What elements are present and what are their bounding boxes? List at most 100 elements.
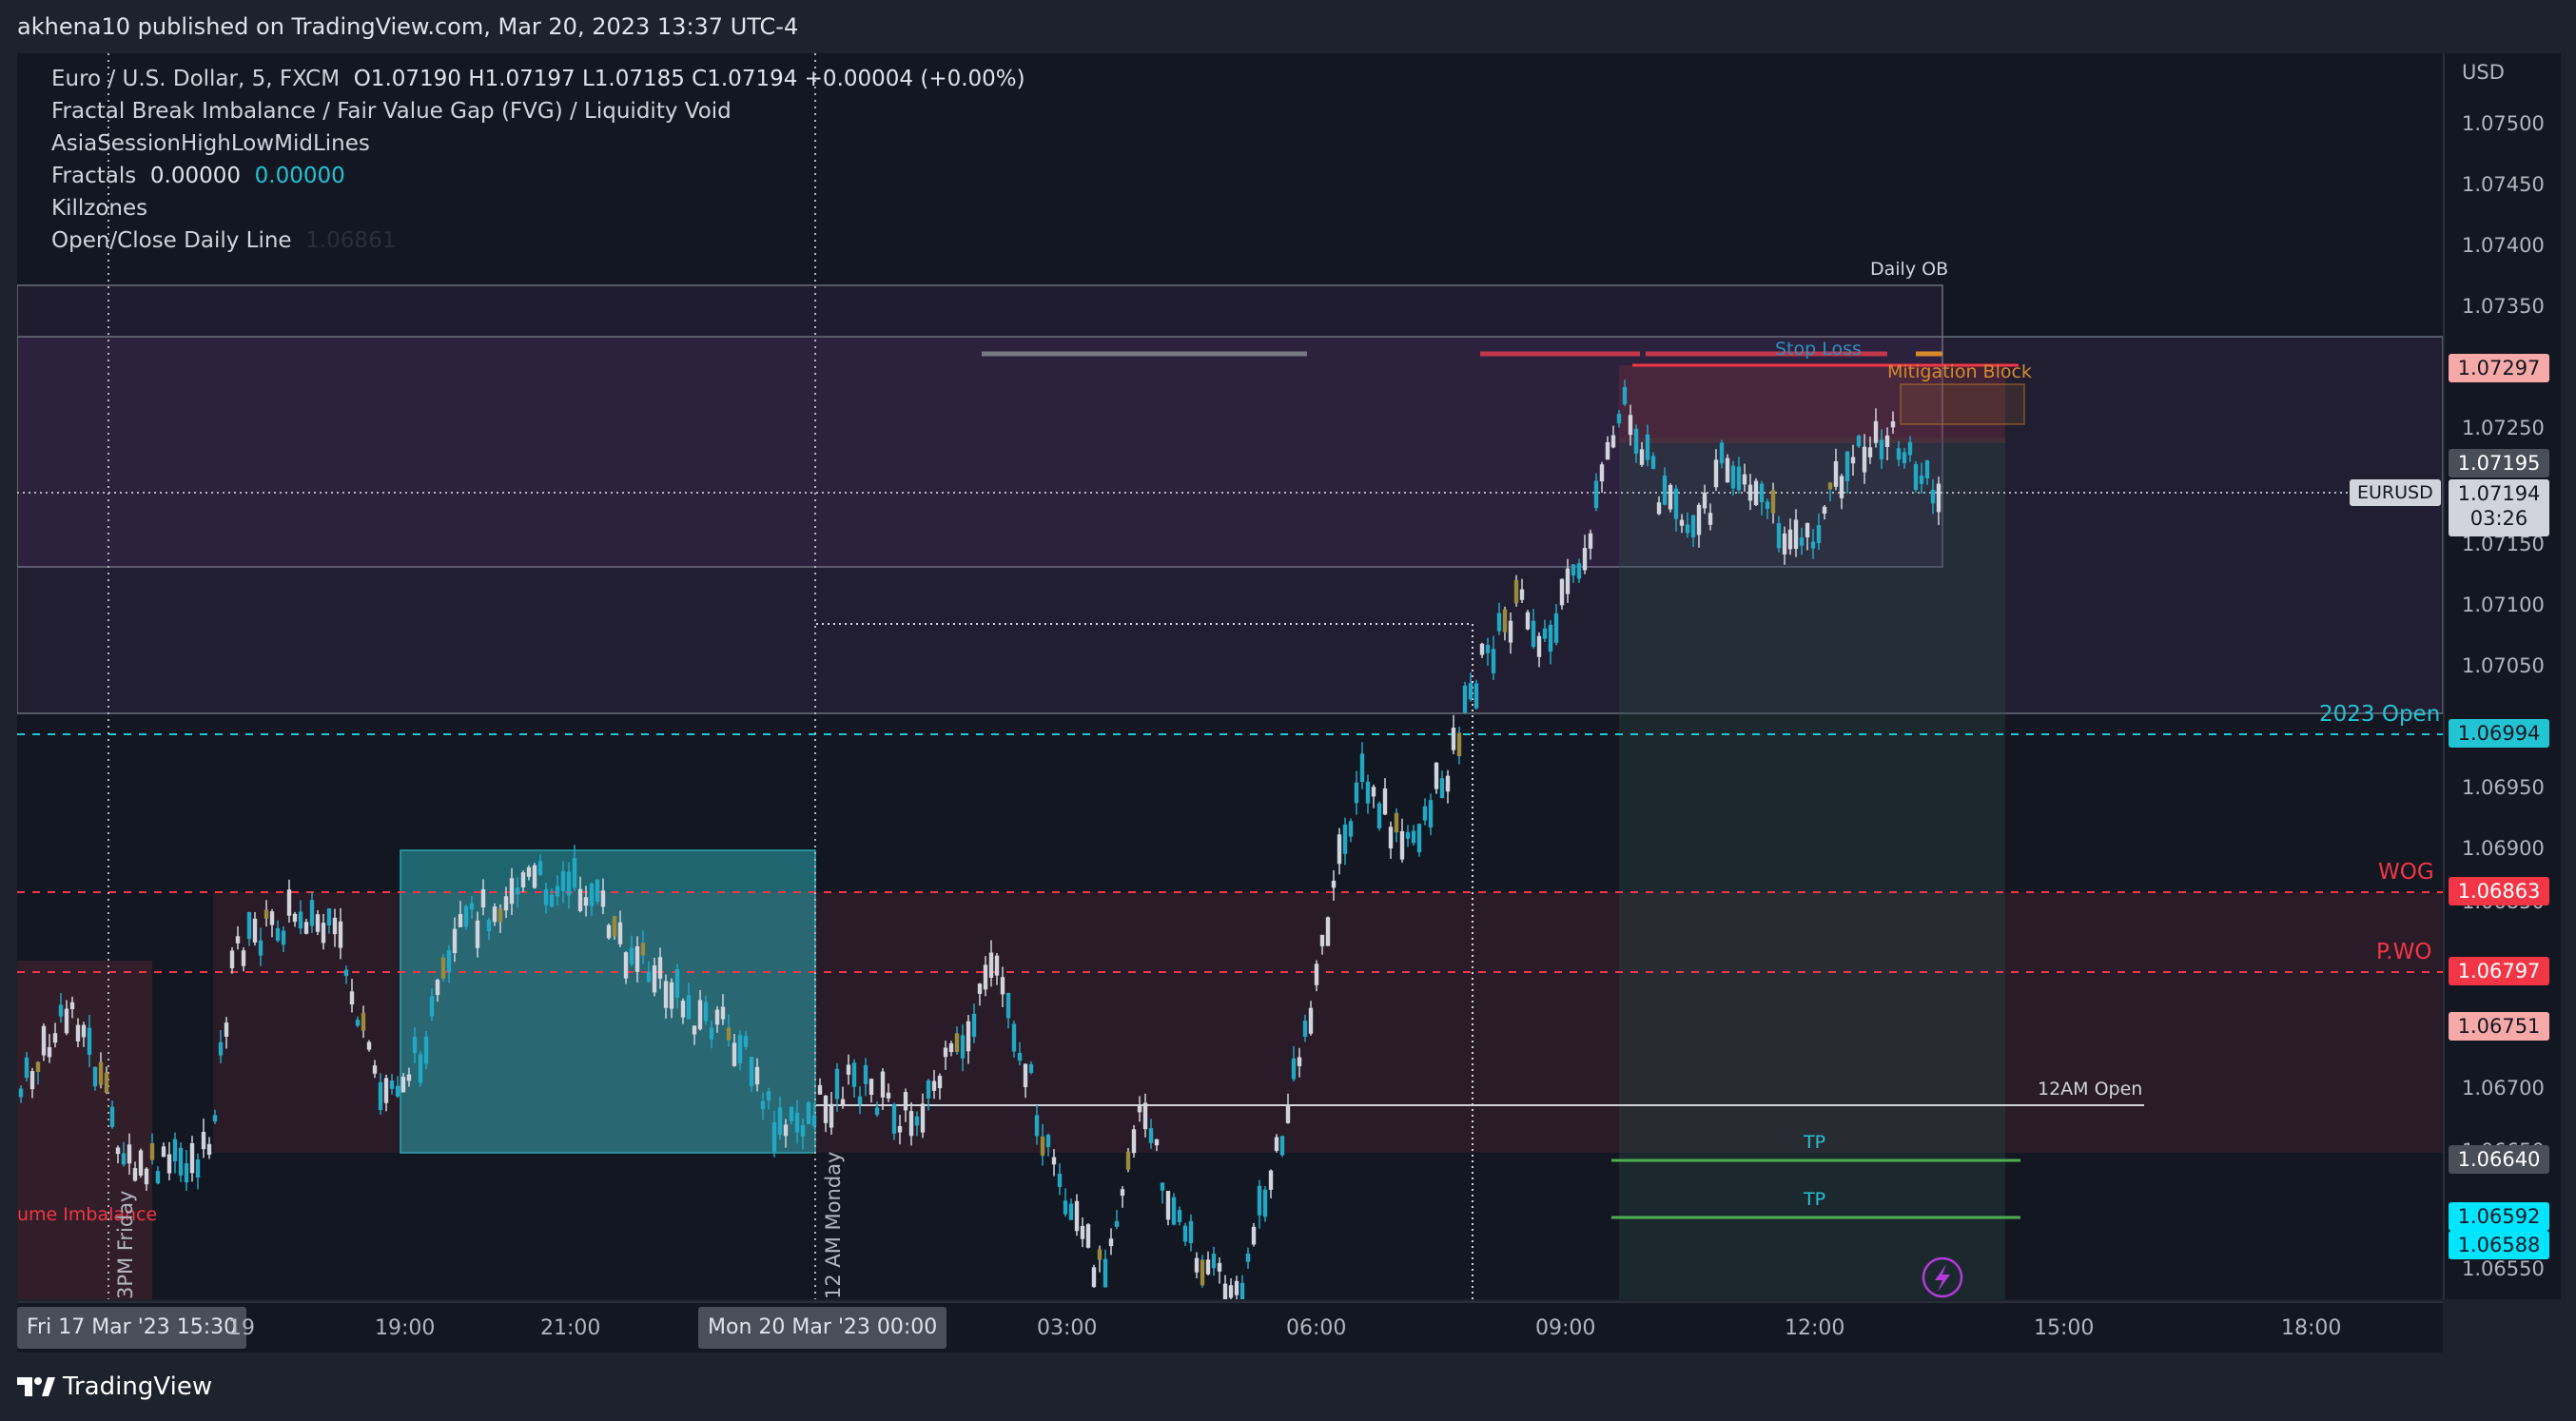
candle-body — [1462, 685, 1468, 713]
candle-body — [81, 1024, 87, 1038]
candle-body — [634, 945, 640, 972]
candle-body — [1068, 1203, 1074, 1220]
candle-body — [281, 930, 286, 945]
candle-body — [766, 1091, 771, 1100]
price-axis[interactable]: USD 1.07500 1.07450 1.07400 1.07350 1.07… — [2443, 53, 2561, 1299]
stop-loss-label: Stop Loss — [1775, 339, 1862, 360]
candle-body — [469, 903, 475, 910]
candle-body — [994, 955, 1000, 976]
candle-body — [1239, 1282, 1245, 1299]
candle-body — [429, 996, 435, 1017]
candle-body — [241, 950, 246, 966]
candle-body — [235, 936, 241, 944]
candle-body — [1742, 474, 1747, 485]
legend-indicator-fvg[interactable]: Fractal Break Imbalance / Fair Value Gap… — [51, 99, 732, 124]
candle-body — [1017, 1052, 1023, 1061]
candle-body — [1919, 475, 1924, 484]
candle-body — [515, 887, 520, 895]
candle-body — [1536, 635, 1542, 657]
candle-body — [1257, 1185, 1262, 1216]
candle-body — [640, 943, 646, 956]
candle-body — [315, 914, 321, 932]
candle-body — [1154, 1139, 1160, 1146]
time-cursor-left: Fri 17 Mar '23 15:30 — [17, 1307, 247, 1349]
candle-body — [309, 900, 315, 926]
candle-body — [326, 908, 332, 925]
candle-body — [857, 1096, 863, 1104]
currency-label: USD — [2462, 61, 2505, 84]
purple-premium-zone — [17, 336, 2443, 714]
candle-body — [829, 1103, 834, 1128]
candle-body — [1279, 1136, 1285, 1156]
candle-body — [612, 916, 617, 937]
monday-12am-label: 12 AM Monday — [822, 1151, 845, 1299]
candle-body — [1085, 1224, 1091, 1248]
candle-body — [1548, 624, 1553, 652]
candle-body — [589, 884, 595, 906]
candle-body — [1200, 1259, 1205, 1286]
candle-body — [834, 1068, 840, 1100]
legend-symbol[interactable]: Euro / U.S. Dollar, 5, FXCM O1.07190 H1.… — [51, 67, 1025, 91]
candle-body — [1559, 578, 1565, 606]
candle-body — [1160, 1182, 1165, 1191]
time-tick: 15:00 — [2034, 1316, 2095, 1340]
candle-body — [98, 1061, 104, 1085]
candle-body — [161, 1146, 166, 1158]
daily-line-value: 1.06861 — [305, 228, 397, 253]
candle-body — [777, 1107, 783, 1135]
candle-body — [1291, 1058, 1297, 1080]
candle-body — [1628, 415, 1633, 436]
candle-body — [389, 1080, 395, 1089]
price-tick: 1.06900 — [2462, 837, 2545, 860]
candle-body — [1205, 1259, 1211, 1275]
candle-body — [138, 1150, 144, 1176]
candle-body — [286, 889, 292, 916]
candle-body — [657, 957, 663, 979]
symbol-info: Euro / U.S. Dollar, 5, FXCM — [51, 67, 341, 91]
price-label-stop-loss: 1.07297 — [2449, 354, 2549, 382]
candle-body — [891, 1103, 897, 1134]
candle-body — [395, 1085, 400, 1097]
candle-body — [1930, 489, 1936, 504]
candle-body — [1650, 456, 1656, 470]
legend-indicator-asia[interactable]: AsiaSessionHighLowMidLines — [51, 131, 370, 156]
candle-body — [960, 1035, 966, 1059]
candle-body — [343, 969, 349, 977]
daily-line-label: Open/Close Daily Line — [51, 228, 292, 253]
candle-body — [1610, 435, 1616, 448]
legend-indicator-killzones[interactable]: Killzones — [51, 196, 147, 221]
candle-body — [503, 896, 509, 911]
candle-body — [29, 1071, 35, 1090]
candle-body — [726, 1027, 732, 1041]
candle-body — [737, 1035, 743, 1064]
candle-body — [189, 1142, 195, 1174]
candle-body — [1827, 482, 1833, 490]
chart-pane[interactable]: Euro / U.S. Dollar, 5, FXCM O1.07190 H1.… — [17, 53, 2443, 1299]
candle-body — [366, 1041, 372, 1050]
candle-body — [1228, 1285, 1234, 1298]
candle-body — [1542, 628, 1548, 639]
candle-body — [794, 1112, 800, 1133]
candle-body — [874, 1107, 880, 1116]
candle-body — [349, 991, 355, 1005]
candle-body — [1633, 428, 1639, 454]
candle-body — [977, 983, 983, 994]
candle-body — [115, 1147, 121, 1155]
candle-body — [669, 982, 674, 1009]
legend-indicator-fractals[interactable]: Fractals 0.00000 0.00000 — [51, 164, 345, 188]
candle-body — [709, 1027, 714, 1040]
candle-body — [229, 950, 235, 969]
candle-body — [452, 928, 458, 954]
candle-body — [144, 1168, 149, 1185]
legend-indicator-daily-line[interactable]: Open/Close Daily Line 1.06861 — [51, 228, 396, 253]
candle-body — [498, 908, 503, 923]
price-label-2023-open: 1.06994 — [2449, 719, 2549, 748]
price-tick: 1.06950 — [2462, 776, 2545, 799]
candle-body — [560, 870, 566, 891]
candle-body — [600, 890, 606, 907]
candle-body — [1405, 831, 1411, 839]
tradingview-logo[interactable]: TradingView — [17, 1372, 212, 1402]
price-tick: 1.07100 — [2462, 594, 2545, 616]
time-axis[interactable]: Fri 17 Mar '23 15:30 19 19:00 21:00 Mon … — [17, 1301, 2443, 1354]
candle-body — [1000, 977, 1005, 995]
